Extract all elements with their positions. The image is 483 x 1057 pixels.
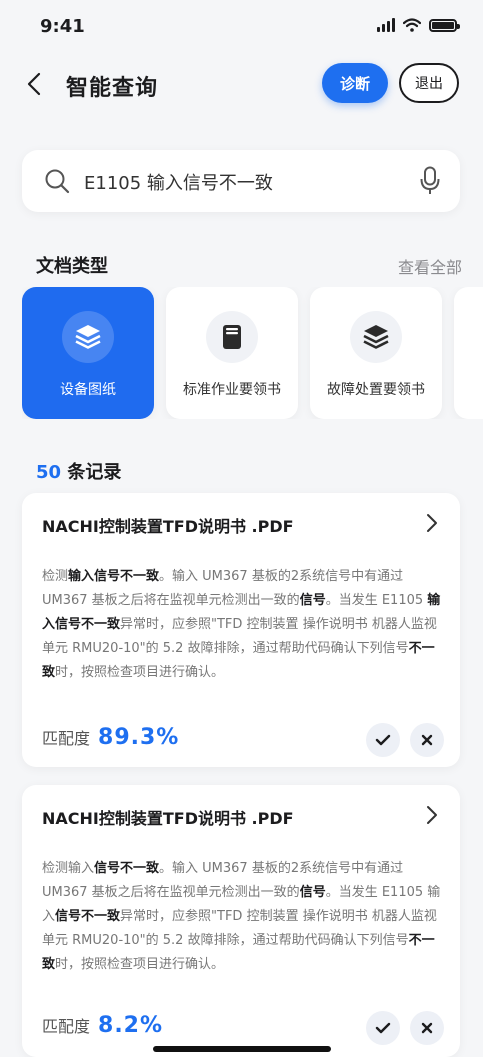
snippet-text: 时，按照检查项目进行确认。: [55, 665, 225, 680]
snippet-highlight: 信号: [299, 885, 326, 900]
match-value: 89.3%: [98, 725, 180, 750]
doc-type-label: 设备图纸: [60, 382, 116, 398]
confirm-button[interactable]: [366, 1011, 400, 1045]
doc-type-label: 故障处置要领书: [327, 382, 425, 398]
wifi-icon: [403, 18, 421, 32]
check-icon: [375, 734, 391, 746]
result-title[interactable]: NACHI控制装置TFD说明书 .PDF: [42, 513, 294, 537]
doc-type-standard-work[interactable]: 标准作业要领书: [166, 287, 298, 419]
result-card[interactable]: NACHI控制装置TFD说明书 .PDF 检测输入信号不一致。输入 UM367 …: [22, 785, 460, 1057]
snippet-text: 检测: [42, 569, 69, 584]
match-label: 匹配度: [42, 729, 91, 748]
result-snippet: 检测输入信号不一致。输入 UM367 基板的2系统信号中有通过 UM367 基板…: [42, 857, 442, 977]
status-bar: 9:41: [0, 0, 483, 56]
check-icon: [375, 1022, 391, 1034]
snippet-highlight: 信号不一致: [55, 909, 121, 924]
search-icon[interactable]: [44, 168, 70, 194]
stack-layers-icon: [350, 311, 402, 363]
snippet-text: 时，按照检查项目进行确认。: [55, 957, 225, 972]
exit-button[interactable]: 退出: [399, 63, 459, 103]
doc-type-fault-handling[interactable]: 故障处置要领书: [310, 287, 442, 419]
doc-type-card-partial[interactable]: [454, 287, 483, 419]
match-score: 匹配度 89.3%: [42, 725, 179, 750]
stack-layers-icon: [62, 311, 114, 363]
dismiss-button[interactable]: [410, 1011, 444, 1045]
doc-type-label: 标准作业要领书: [183, 382, 281, 398]
doc-types-header: 文档类型 查看全部: [36, 252, 462, 282]
doc-type-carousel[interactable]: 设备图纸 标准作业要领书 故障处置要领书: [22, 287, 483, 419]
result-snippet: 检测输入信号不一致。输入 UM367 基板的2系统信号中有通过 UM367 基板…: [42, 565, 442, 685]
doc-type-device-drawing[interactable]: 设备图纸: [22, 287, 154, 419]
records-count-suffix: 条记录: [61, 462, 122, 483]
confirm-button[interactable]: [366, 723, 400, 757]
search-bar: [22, 150, 460, 212]
dismiss-button[interactable]: [410, 723, 444, 757]
chevron-right-icon[interactable]: [426, 513, 438, 533]
chevron-right-icon[interactable]: [426, 805, 438, 825]
search-input[interactable]: [82, 164, 416, 200]
snippet-highlight: 信号: [299, 593, 326, 608]
doc-types-title: 文档类型: [36, 256, 108, 277]
chevron-left-icon: [27, 72, 41, 96]
document-icon: [206, 311, 258, 363]
nav-bar: 智能查询 诊断 退出: [0, 56, 483, 112]
match-score: 匹配度 8.2%: [42, 1013, 163, 1038]
cellular-signal-icon: [377, 18, 395, 32]
microphone-icon[interactable]: [420, 166, 440, 196]
home-indicator: [153, 1046, 331, 1052]
snippet-text: 。当发生 E1105: [325, 593, 428, 608]
status-icons: [377, 18, 460, 32]
snippet-text: 检测输入: [42, 861, 95, 876]
page-title: 智能查询: [66, 76, 159, 101]
battery-icon: [429, 18, 460, 32]
records-count-number: 50: [36, 462, 62, 483]
close-icon: [421, 1022, 433, 1034]
view-all-link[interactable]: 查看全部: [398, 254, 462, 278]
close-icon: [421, 734, 433, 746]
back-button[interactable]: [18, 66, 50, 102]
status-time: 9:41: [40, 16, 85, 37]
snippet-highlight: 信号不一致: [94, 861, 160, 876]
result-title[interactable]: NACHI控制装置TFD说明书 .PDF: [42, 805, 294, 829]
diagnose-button[interactable]: 诊断: [322, 63, 388, 103]
result-card[interactable]: NACHI控制装置TFD说明书 .PDF 检测输入信号不一致。输入 UM367 …: [22, 493, 460, 767]
match-label: 匹配度: [42, 1017, 91, 1036]
records-count: 50 条记录: [36, 458, 121, 484]
match-value: 8.2%: [98, 1013, 164, 1038]
snippet-highlight: 输入信号不一致: [68, 569, 160, 584]
